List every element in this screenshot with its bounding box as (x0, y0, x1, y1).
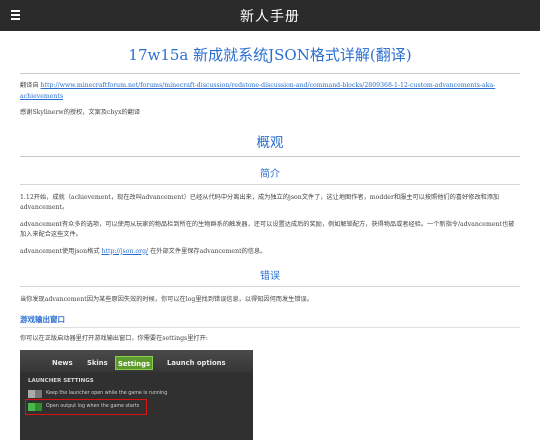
divider (20, 155, 520, 157)
json-text-prefix: advancement使用json格式 (20, 247, 102, 255)
intro-paragraph: advancement使用json格式 http://json.org/ 在外部… (20, 247, 520, 258)
subsection-heading-output-window: 游戏输出窗口 (20, 314, 65, 324)
launcher-tab-settings: Settings (115, 356, 153, 370)
launcher-setting-label: Keep the launcher open while the game is… (46, 391, 168, 396)
app-title: 新人手册 (240, 9, 300, 25)
article: 17w15a 新成就系统JSON格式详解(翻译) 翻译自 http://www.… (20, 31, 520, 440)
page-title: 17w15a 新成就系统JSON格式详解(翻译) (128, 46, 412, 64)
source-link[interactable]: http://www.minecraftforum.net/forums/min… (20, 82, 495, 100)
top-app-bar: 新人手册 (0, 0, 540, 31)
intro-paragraph: 1.12开始，成就（achievement，现在改叫advancement）已经… (20, 193, 500, 212)
translation-prefix: 翻译自 (20, 82, 41, 89)
errors-paragraph: 当你发现advancement因为某些原因失效的时候，你可以在log里找到错误信… (20, 296, 313, 303)
translation-source: 翻译自 http://www.minecraftforum.net/forums… (20, 81, 520, 102)
subsection-heading-errors: 错误 (260, 271, 280, 282)
launcher-tab-launch-options: Launch options (167, 359, 226, 367)
divider (20, 183, 520, 185)
highlight-box (25, 399, 147, 415)
intro-paragraph: advancement有众多的选项，可以使用从玩家的物品栏到所在的生物群系的触发… (20, 220, 515, 239)
output-paragraph: 你可以在正版启动器里打开游戏输出窗口，你需要在settings里打开: (20, 334, 208, 342)
launcher-settings-panel: LAUNCHER SETTINGS Keep the launcher open… (20, 372, 253, 440)
json-text-suffix: 在外部文件里保存advancement的信息。 (148, 247, 267, 255)
launcher-settings-heading: LAUNCHER SETTINGS (28, 378, 94, 384)
json-org-link[interactable]: http://json.org/ (101, 248, 148, 255)
launcher-tab-news: News (52, 359, 73, 367)
divider (20, 286, 520, 287)
credit-text: 感谢Skylinerw的授权，文案及chyx的翻译 (20, 109, 141, 116)
launcher-settings-screenshot: News Skins Settings Launch options LAUNC… (20, 350, 253, 440)
toggle-off-icon (28, 390, 42, 398)
divider (20, 73, 520, 74)
launcher-tab-skins: Skins (87, 359, 108, 367)
subsection-heading-intro: 简介 (260, 168, 280, 180)
section-heading-overview: 概观 (256, 134, 284, 151)
launcher-tab-bar: News Skins Settings Launch options (20, 350, 253, 372)
divider (20, 326, 520, 328)
